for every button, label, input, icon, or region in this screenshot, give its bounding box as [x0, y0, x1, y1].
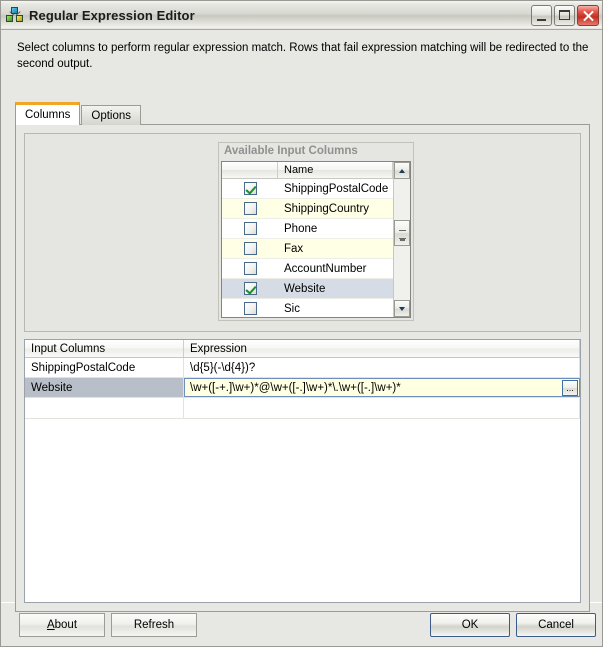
- grid-header-input-columns[interactable]: Input Columns: [25, 340, 184, 357]
- scroll-up-button[interactable]: [394, 162, 410, 179]
- chevron-down-icon: [399, 307, 405, 311]
- grid-empty-row[interactable]: [25, 398, 580, 419]
- chevron-up-icon: [399, 169, 405, 173]
- list-item[interactable]: Website: [222, 279, 393, 299]
- row-checkbox-cell[interactable]: [222, 302, 278, 315]
- listview-scrollbar[interactable]: [393, 162, 410, 317]
- refresh-button[interactable]: Refresh: [111, 613, 197, 637]
- list-item[interactable]: ShippingCountry: [222, 199, 393, 219]
- table-row[interactable]: ShippingPostalCode \d{5}(-\d{4})?: [25, 358, 580, 378]
- about-button[interactable]: About: [19, 613, 105, 637]
- minimize-icon: [537, 18, 546, 21]
- checkbox-icon[interactable]: [243, 242, 257, 255]
- list-item-label: Fax: [284, 242, 304, 255]
- list-item[interactable]: Fax: [222, 239, 393, 259]
- row-checkbox-cell[interactable]: [222, 202, 278, 215]
- list-item-label: AccountNumber: [284, 262, 367, 275]
- instructions-text: Select columns to perform regular expres…: [17, 42, 589, 70]
- available-columns-panel: Available Input Columns Name ShippingPos…: [24, 133, 581, 332]
- ok-button[interactable]: OK: [430, 613, 510, 637]
- minimize-button[interactable]: [531, 4, 552, 26]
- checkbox-checked-icon[interactable]: [243, 182, 257, 195]
- list-item-label: Website: [284, 282, 326, 295]
- list-item[interactable]: Phone: [222, 219, 393, 239]
- close-button[interactable]: [577, 4, 599, 26]
- row-checkbox-cell[interactable]: [222, 262, 278, 275]
- about-accel: A: [46, 619, 55, 631]
- listview-header: Name: [222, 162, 393, 179]
- list-item[interactable]: AccountNumber: [222, 259, 393, 279]
- grid-cell-input-column[interactable]: Website: [25, 378, 184, 397]
- restore-icon: [559, 9, 570, 20]
- available-columns-listview: Name ShippingPostalCode ShippingCountry …: [221, 161, 411, 318]
- list-item-label: ShippingPostalCode: [284, 182, 389, 195]
- caption-buttons: [531, 4, 599, 26]
- list-item-label: ShippingCountry: [284, 202, 370, 215]
- expression-builder-button[interactable]: ...: [562, 380, 578, 396]
- cancel-button[interactable]: Cancel: [516, 613, 596, 637]
- grid-header-row: Input Columns Expression: [25, 340, 580, 358]
- table-row[interactable]: Website \w+([-+.]\w+)*@\w+([-.]\w+)*\.\w…: [25, 378, 580, 398]
- scrollbar-thumb[interactable]: [394, 220, 410, 246]
- row-checkbox-cell[interactable]: [222, 242, 278, 255]
- tab-options[interactable]: Options: [81, 105, 142, 125]
- row-checkbox-cell[interactable]: [222, 182, 278, 195]
- checkbox-checked-icon[interactable]: [243, 282, 257, 295]
- checkbox-icon[interactable]: [243, 262, 257, 275]
- list-item-label: Phone: [284, 222, 318, 235]
- grid-header-expression[interactable]: Expression: [184, 340, 580, 357]
- checkbox-icon[interactable]: [243, 222, 257, 235]
- column-header-checkbox[interactable]: [222, 162, 278, 178]
- expression-grid: Input Columns Expression ShippingPostalC…: [24, 339, 581, 603]
- column-header-name[interactable]: Name: [278, 162, 393, 178]
- transform-node-icon: [6, 6, 24, 24]
- window-title: Regular Expression Editor: [29, 7, 195, 23]
- restore-button[interactable]: [554, 4, 575, 26]
- grid-cell-expression-editor[interactable]: \w+([-+.]\w+)*@\w+([-.]\w+)*\.\w+([-.]\w…: [184, 378, 580, 397]
- list-item[interactable]: ShippingPostalCode: [222, 179, 393, 199]
- available-input-columns-group: Available Input Columns Name ShippingPos…: [218, 142, 414, 321]
- tab-strip: Columns Options: [15, 102, 142, 125]
- grid-cell-input-column[interactable]: ShippingPostalCode: [25, 358, 184, 377]
- scroll-down-button[interactable]: [394, 300, 410, 317]
- list-item-label: Sic: [284, 302, 300, 315]
- listview-body: Name ShippingPostalCode ShippingCountry …: [222, 162, 393, 317]
- tab-options-label: Options: [91, 109, 132, 122]
- tab-page-columns: Available Input Columns Name ShippingPos…: [15, 124, 590, 612]
- client-area: Select columns to perform regular expres…: [1, 30, 602, 646]
- row-checkbox-cell[interactable]: [222, 282, 278, 295]
- expression-value: \w+([-+.]\w+)*@\w+([-.]\w+)*\.\w+([-.]\w…: [190, 381, 401, 394]
- about-label-rest: bout: [54, 619, 78, 631]
- list-item[interactable]: Sic: [222, 299, 393, 317]
- tab-columns[interactable]: Columns: [15, 102, 81, 125]
- tab-columns-label: Columns: [25, 109, 71, 121]
- grid-cell-expression[interactable]: \d{5}(-\d{4})?: [184, 358, 580, 377]
- row-checkbox-cell[interactable]: [222, 222, 278, 235]
- checkbox-icon[interactable]: [243, 302, 257, 315]
- available-input-columns-caption: Available Input Columns: [219, 143, 413, 160]
- title-bar: Regular Expression Editor: [1, 1, 602, 30]
- checkbox-icon[interactable]: [243, 202, 257, 215]
- regular-expression-editor-window: Regular Expression Editor Select columns…: [0, 0, 603, 647]
